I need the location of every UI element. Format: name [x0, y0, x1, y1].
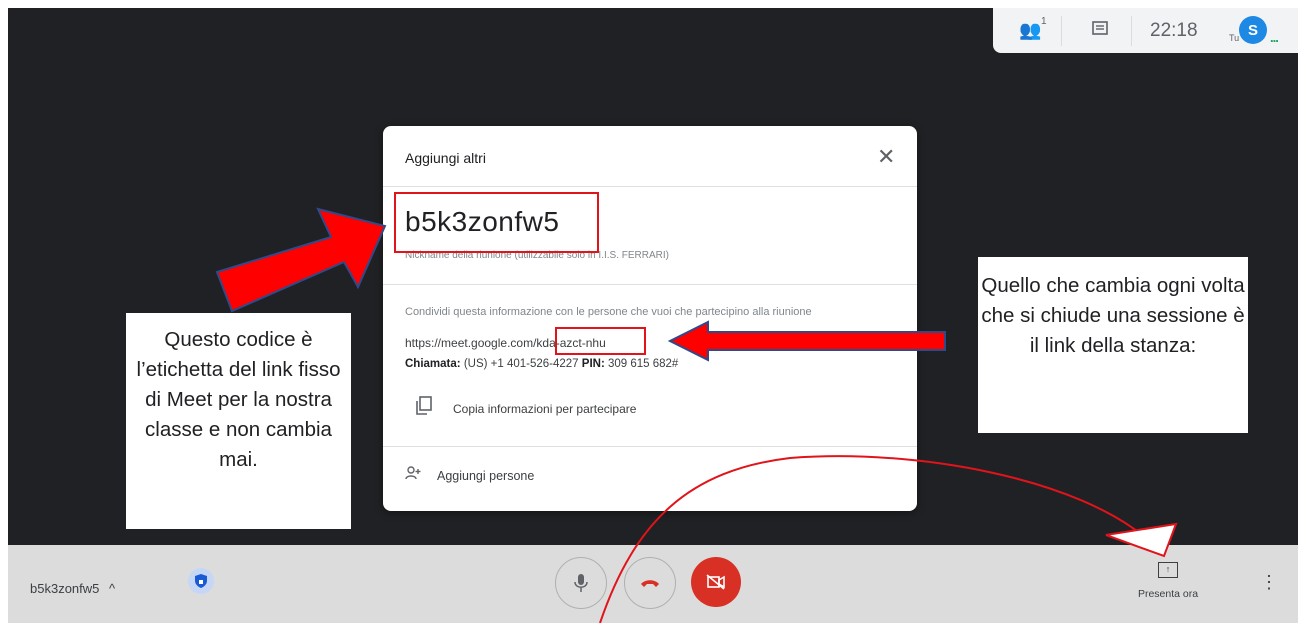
curved-arrow-head — [1105, 522, 1178, 558]
arrow-left-to-code — [215, 207, 387, 313]
arrow-right-to-link — [667, 320, 946, 362]
curved-arrow-line — [599, 455, 1149, 623]
annotation-arrows — [215, 207, 1178, 623]
